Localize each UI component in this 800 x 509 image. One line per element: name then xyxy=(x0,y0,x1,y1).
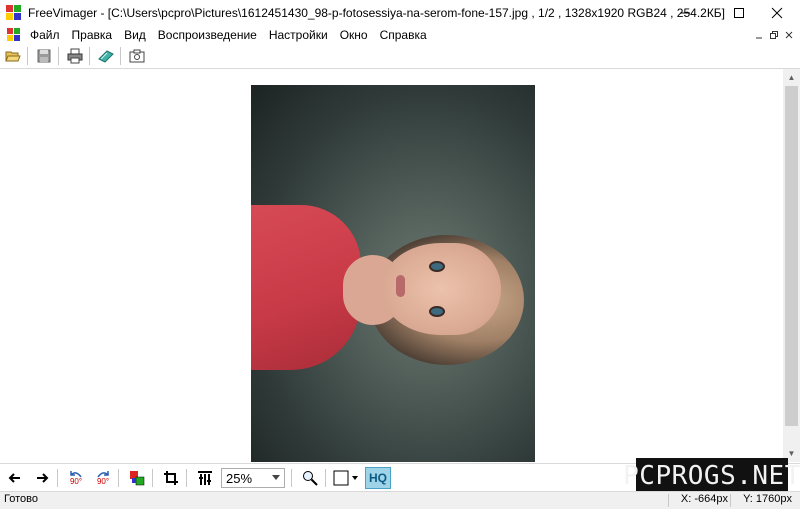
rotate-right-button[interactable]: 90° xyxy=(91,466,115,490)
status-bar: Готово X: -664px Y: 1760px xyxy=(0,491,800,509)
menu-help[interactable]: Справка xyxy=(374,26,433,44)
scan-button[interactable] xyxy=(95,45,117,67)
menu-edit[interactable]: Правка xyxy=(66,26,119,44)
chevron-down-icon xyxy=(272,475,280,480)
toolbar-separator xyxy=(27,47,28,65)
crop-icon xyxy=(164,471,178,485)
maximize-icon xyxy=(734,8,744,18)
minimize-button[interactable] xyxy=(662,0,708,26)
sliders-icon xyxy=(198,471,212,485)
screenshot-button[interactable] xyxy=(126,45,148,67)
scrollbar-thumb[interactable] xyxy=(785,86,798,426)
photo-eye xyxy=(429,306,445,317)
open-button[interactable] xyxy=(2,45,24,67)
rotate-left-button[interactable]: 90° xyxy=(64,466,88,490)
status-divider xyxy=(668,494,669,507)
menu-settings[interactable]: Настройки xyxy=(263,26,334,44)
background-color-button[interactable] xyxy=(333,468,359,488)
rotate-right-label: 90° xyxy=(96,477,110,486)
print-button[interactable] xyxy=(64,45,86,67)
save-icon xyxy=(37,49,51,63)
menu-playback[interactable]: Воспроизведение xyxy=(152,26,263,44)
arrow-left-icon xyxy=(8,473,20,483)
next-button[interactable] xyxy=(30,466,54,490)
app-logo-icon[interactable] xyxy=(6,5,22,21)
menu-bar: Файл Правка Вид Воспроизведение Настройк… xyxy=(0,26,800,44)
zoom-select[interactable]: 25% xyxy=(221,468,285,488)
restore-icon xyxy=(770,31,778,39)
close-button[interactable] xyxy=(754,0,800,26)
open-folder-icon xyxy=(5,51,21,62)
toolbar-separator xyxy=(325,469,326,487)
mdi-close-button[interactable] xyxy=(782,28,796,42)
status-text: Готово xyxy=(4,493,38,505)
displayed-photo xyxy=(251,85,535,462)
document-icon[interactable] xyxy=(6,27,22,43)
cursor-y-readout: Y: 1760px xyxy=(743,493,792,505)
save-button[interactable] xyxy=(33,45,55,67)
hq-toggle-button[interactable]: HQ xyxy=(365,467,391,489)
toolbar-separator xyxy=(118,469,119,487)
minimize-icon xyxy=(680,12,690,14)
mdi-restore-button[interactable] xyxy=(767,28,781,42)
main-toolbar xyxy=(0,44,800,69)
screenshot-icon xyxy=(129,49,145,63)
toolbar-separator xyxy=(186,469,187,487)
previous-button[interactable] xyxy=(3,466,27,490)
rotate-left-label: 90° xyxy=(69,477,83,486)
photo-lips xyxy=(396,275,405,297)
zoom-value: 25% xyxy=(226,470,253,486)
toolbar-separator xyxy=(58,47,59,65)
cursor-x-readout: X: -664px xyxy=(680,493,728,505)
menu-window[interactable]: Окно xyxy=(334,26,374,44)
color-adjust-button[interactable] xyxy=(125,466,149,490)
status-divider xyxy=(730,494,731,507)
toolbar-separator xyxy=(152,469,153,487)
menu-file[interactable]: Файл xyxy=(24,26,66,44)
scroll-up-arrow-icon[interactable]: ▲ xyxy=(783,69,800,86)
photo-eye xyxy=(429,261,445,272)
toolbar-separator xyxy=(89,47,90,65)
window-title: FreeVimager - [C:\Users\pcpro\Pictures\1… xyxy=(28,6,726,20)
levels-button[interactable] xyxy=(193,466,217,490)
magnifier-icon xyxy=(303,471,318,486)
image-viewport[interactable] xyxy=(0,69,783,462)
menu-view[interactable]: Вид xyxy=(118,26,152,44)
arrow-right-icon xyxy=(37,473,49,483)
scan-icon xyxy=(98,50,114,63)
toolbar-separator xyxy=(57,469,58,487)
mdi-minimize-button[interactable] xyxy=(752,28,766,42)
close-icon xyxy=(785,31,793,39)
color-squares-icon xyxy=(130,471,145,486)
crop-button[interactable] xyxy=(159,466,183,490)
zoom-button[interactable] xyxy=(298,466,322,490)
vertical-scrollbar[interactable]: ▲ ▼ xyxy=(783,69,800,462)
close-icon xyxy=(771,7,783,19)
print-icon xyxy=(67,48,83,64)
toolbar-separator xyxy=(291,469,292,487)
toolbar-separator xyxy=(120,47,121,65)
watermark-logo: PCPROGS.NET xyxy=(623,458,800,494)
minimize-icon xyxy=(756,37,762,39)
color-picker-icon xyxy=(333,470,358,486)
